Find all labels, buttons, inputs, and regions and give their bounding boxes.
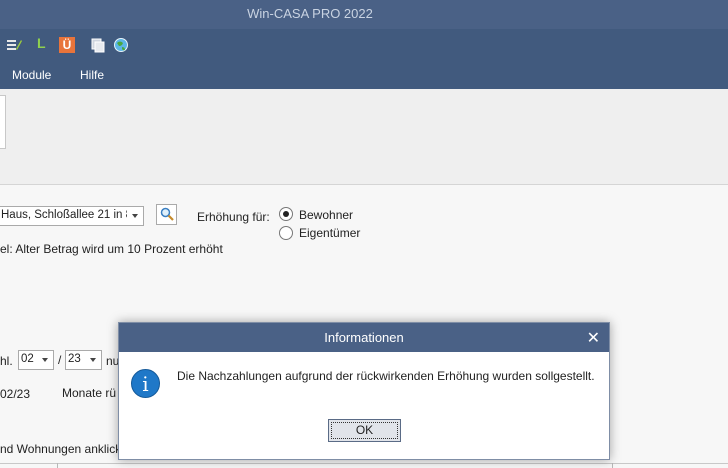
list-edit-icon[interactable] bbox=[6, 37, 22, 53]
ribbon-area bbox=[0, 89, 728, 185]
apartments-hint: nd Wohnungen anklick bbox=[0, 442, 122, 456]
info-dialog: Informationen ✕ i Die Nachzahlungen aufg… bbox=[118, 322, 610, 460]
months-text: Monate rü bbox=[62, 386, 117, 400]
date-text: 02/23 bbox=[0, 387, 31, 401]
search-icon bbox=[160, 207, 174, 224]
globe-icon[interactable] bbox=[113, 37, 129, 53]
radio-eigentuemer[interactable] bbox=[279, 226, 293, 240]
title-bar: Win-CASA PRO 2022 bbox=[0, 0, 728, 29]
chevron-down-icon bbox=[42, 358, 48, 362]
month-combobox[interactable]: 02 bbox=[18, 350, 54, 370]
dialog-title: Informationen bbox=[324, 330, 404, 345]
chevron-down-icon bbox=[90, 358, 96, 362]
toolbar: L Ü bbox=[0, 29, 728, 61]
increase-for-label: Erhöhung für: bbox=[197, 210, 270, 224]
date-separator: / bbox=[58, 353, 62, 367]
letter-u-icon[interactable]: Ü bbox=[59, 37, 75, 53]
year-value: 23 bbox=[68, 353, 81, 365]
dialog-title-bar: Informationen ✕ bbox=[119, 323, 609, 352]
property-combobox[interactable]: Haus, Schloßallee 21 in 8 bbox=[0, 206, 144, 226]
radio-eigentuemer-label: Eigentümer bbox=[299, 226, 361, 240]
search-button[interactable] bbox=[156, 204, 177, 225]
divider bbox=[57, 463, 58, 468]
info-icon: i bbox=[131, 369, 160, 398]
close-icon[interactable]: ✕ bbox=[587, 328, 600, 348]
radio-bewohner[interactable] bbox=[279, 207, 293, 221]
chevron-down-icon bbox=[132, 214, 138, 218]
letter-l-icon[interactable]: L bbox=[37, 35, 53, 51]
month-value: 02 bbox=[21, 353, 34, 365]
menu-module[interactable]: Module bbox=[12, 68, 51, 82]
menu-bar: Module Hilfe bbox=[0, 61, 728, 89]
menu-hilfe[interactable]: Hilfe bbox=[80, 68, 104, 82]
radio-bewohner-label: Bewohner bbox=[299, 208, 354, 222]
year-combobox[interactable]: 23 bbox=[65, 350, 102, 370]
dialog-message: Die Nachzahlungen aufgrund der rückwirke… bbox=[177, 369, 595, 383]
property-value: Haus, Schloßallee 21 in 8 bbox=[1, 209, 127, 221]
divider bbox=[0, 463, 728, 464]
copy-icon[interactable] bbox=[90, 37, 106, 53]
ok-button[interactable]: OK bbox=[328, 419, 401, 442]
window-title: Win-CASA PRO 2022 bbox=[247, 6, 373, 21]
date-label: hl. bbox=[0, 354, 13, 368]
divider bbox=[612, 463, 613, 468]
rule-text: el: Alter Betrag wird um 10 Prozent erhö… bbox=[0, 242, 223, 256]
ribbon-panel bbox=[0, 95, 6, 149]
